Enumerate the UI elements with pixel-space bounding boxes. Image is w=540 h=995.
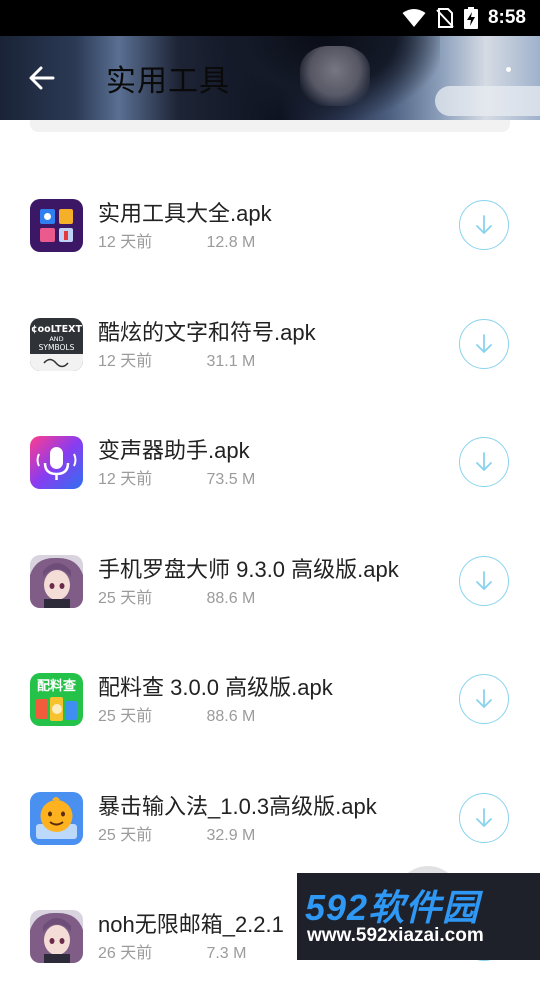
header-art-highlight — [435, 86, 540, 116]
watermark-banner: 592软件园 www.592xiazai.com — [297, 873, 540, 960]
file-meta: 12 天前 12.8 M — [98, 228, 255, 252]
file-name: 酷炫的文字和符号.apk — [98, 319, 316, 345]
file-age: 26 天前 — [98, 945, 153, 962]
previous-card-edge — [30, 120, 510, 132]
file-meta: 12 天前 31.1 M — [98, 347, 255, 371]
file-age: 25 天前 — [98, 826, 153, 844]
file-meta: 26 天前 7.3 M — [98, 939, 246, 963]
cool-text-symbols-app-icon: ¢ooLTEXT AND SYMBOLS — [30, 317, 83, 371]
file-age: 12 天前 — [98, 352, 153, 370]
file-meta: 25 天前 88.6 M — [98, 702, 255, 726]
download-button[interactable] — [459, 318, 509, 369]
file-name: 配料查 3.0.0 高级版.apk — [98, 675, 333, 700]
anime-avatar-icon — [30, 910, 83, 963]
icon-text-line2: AND — [49, 335, 63, 343]
list-item[interactable]: 配料查 配料查 3.0.0 高级版.apk 25 天前 88.6 M — [0, 639, 540, 758]
download-button[interactable] — [459, 555, 509, 606]
file-size: 88.6 M — [206, 708, 256, 725]
file-name: 暴击输入法_1.0.3高级版.apk — [98, 793, 377, 819]
download-button[interactable] — [459, 200, 509, 250]
arrow-down-icon — [476, 807, 492, 827]
file-size: 12.8 M — [206, 234, 256, 251]
file-size: 7.3 M — [206, 945, 247, 962]
file-name: noh无限邮箱_2.2.1 — [98, 912, 284, 937]
arrow-left-icon — [29, 66, 55, 90]
file-meta: 25 天前 32.9 M — [98, 821, 255, 845]
voice-changer-microphone-icon — [30, 436, 83, 489]
list-item[interactable]: ¢ooLTEXT AND SYMBOLS 酷炫的文字和符号.apk 12 天前 … — [0, 284, 540, 403]
file-list: 实用工具大全.apk 12 天前 12.8 M ¢ooLTEXT AND SYM… — [0, 165, 540, 995]
status-bar: 8:58 — [0, 0, 540, 36]
back-button[interactable] — [22, 56, 62, 100]
file-name: 手机罗盘大师 9.3.0 高级版.apk — [98, 556, 399, 582]
status-time: 8:58 — [487, 7, 526, 28]
no-sim-icon — [436, 8, 454, 28]
list-item[interactable]: 暴击输入法_1.0.3高级版.apk 25 天前 32.9 M — [0, 758, 540, 877]
list-item[interactable]: 变声器助手.apk 12 天前 73.5 M — [0, 402, 540, 521]
mascot-keyboard-app-icon — [30, 791, 83, 845]
anime-avatar-icon — [30, 554, 83, 608]
watermark-brand: 592软件园 — [305, 887, 480, 928]
file-size: 73.5 M — [206, 471, 256, 488]
file-size: 32.9 M — [206, 826, 256, 844]
file-meta: 25 天前 88.6 M — [98, 584, 255, 608]
battery-charging-icon — [463, 7, 478, 29]
file-size: 88.6 M — [206, 589, 256, 607]
file-age: 25 天前 — [98, 708, 153, 725]
file-age: 25 天前 — [98, 589, 153, 607]
arrow-down-icon — [476, 215, 492, 234]
header-banner: 实用工具 — [0, 36, 540, 120]
file-name: 实用工具大全.apk — [98, 201, 272, 226]
list-item[interactable]: 手机罗盘大师 9.3.0 高级版.apk 25 天前 88.6 M — [0, 521, 540, 640]
header-art-face — [300, 46, 370, 106]
download-button[interactable] — [459, 674, 509, 724]
icon-text: 配料查 — [37, 678, 77, 694]
page-title: 实用工具 — [106, 65, 230, 98]
icon-text-line1: ¢ooLTEXT — [31, 324, 82, 335]
arrow-down-icon — [476, 452, 492, 471]
download-button[interactable] — [459, 437, 509, 487]
file-meta: 12 天前 73.5 M — [98, 465, 255, 489]
ingredient-check-app-icon: 配料查 — [30, 673, 83, 726]
arrow-down-icon — [476, 689, 492, 708]
file-size: 31.1 M — [206, 352, 256, 370]
file-age: 12 天前 — [98, 471, 153, 488]
watermark-url: www.592xiazai.com — [307, 925, 484, 946]
file-name: 变声器助手.apk — [98, 438, 250, 463]
list-item[interactable]: 实用工具大全.apk 12 天前 12.8 M — [0, 165, 540, 284]
status-icons: 8:58 — [402, 0, 526, 36]
wifi-icon — [402, 9, 426, 27]
download-button[interactable] — [459, 792, 509, 843]
icon-text-line3: SYMBOLS — [39, 343, 75, 352]
arrow-down-icon — [476, 333, 492, 353]
toolbox-app-icon — [30, 199, 83, 252]
file-age: 12 天前 — [98, 234, 153, 251]
arrow-down-icon — [476, 570, 492, 590]
more-dots-icon — [505, 67, 511, 72]
more-options-button[interactable] — [498, 64, 518, 100]
